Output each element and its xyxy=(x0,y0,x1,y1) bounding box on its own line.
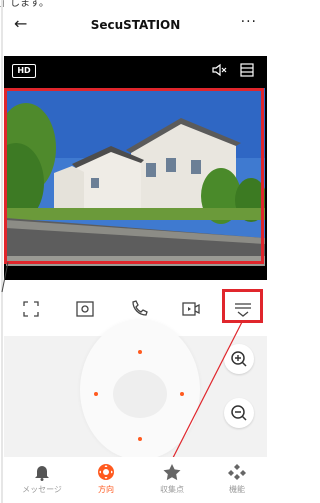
nav-label-presets: 収集点 xyxy=(160,485,184,494)
app-header: ← SecuSTATION ··· xyxy=(4,8,267,48)
bell-icon xyxy=(35,466,49,481)
direction-icon xyxy=(98,464,114,480)
snapshot-icon[interactable] xyxy=(74,298,96,320)
direction-right-dot[interactable] xyxy=(180,392,184,396)
direction-up-dot[interactable] xyxy=(138,350,142,354)
highlight-box-toolbar xyxy=(222,289,263,323)
page-title: SecuSTATION xyxy=(90,18,181,32)
expand-icon[interactable] xyxy=(20,298,42,320)
nav-label-direction: 方向 xyxy=(98,485,114,494)
nav-item-direction[interactable]: 方向 xyxy=(76,457,136,503)
nav-label-functions: 機能 xyxy=(229,485,245,494)
nav-item-presets[interactable]: 収集点 xyxy=(142,457,202,503)
more-icon[interactable]: ··· xyxy=(241,14,257,30)
nav-item-functions[interactable]: 機能 xyxy=(207,457,267,503)
nav-item-message[interactable]: メッセージ xyxy=(12,457,72,503)
mute-icon[interactable] xyxy=(211,62,227,78)
star-icon xyxy=(163,464,181,481)
quality-badge[interactable]: HD xyxy=(12,64,36,78)
zoom-out-icon[interactable] xyxy=(224,398,254,428)
highlight-box-video xyxy=(4,88,264,264)
bottom-nav: メッセージ 方向 収集点 機能 xyxy=(4,457,267,503)
call-icon[interactable] xyxy=(128,298,150,320)
fullscreen-icon[interactable] xyxy=(239,62,255,78)
function-icon xyxy=(228,464,246,480)
direction-down-dot[interactable] xyxy=(138,437,142,441)
record-icon[interactable] xyxy=(180,298,202,320)
direction-left-dot[interactable] xyxy=(94,392,98,396)
zoom-in-icon[interactable] xyxy=(224,344,254,374)
page-divider xyxy=(1,0,3,503)
joystick-center[interactable] xyxy=(113,370,167,418)
nav-label-message: メッセージ xyxy=(22,485,62,494)
